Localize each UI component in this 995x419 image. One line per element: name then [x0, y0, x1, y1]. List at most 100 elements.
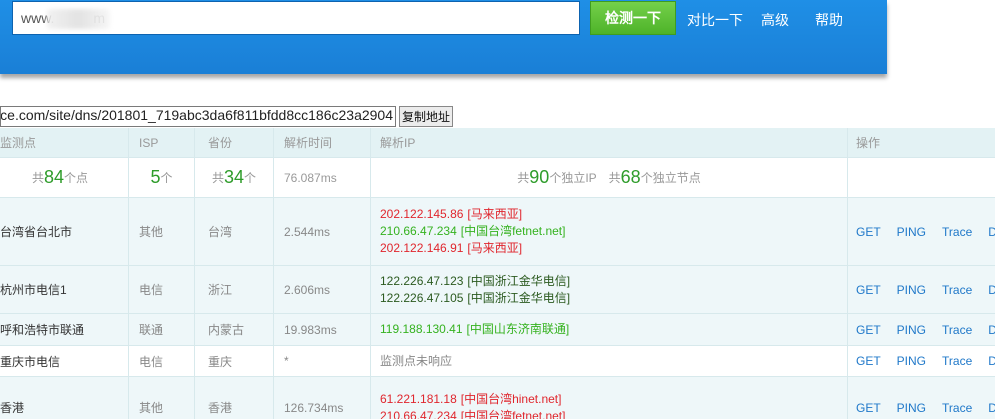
resolved-ip-line: 监测点未响应	[380, 353, 456, 370]
get-link[interactable]: GET	[856, 283, 881, 297]
dns-result-table: 监测点 ISP 省份 解析时间 解析IP 操作 共 84 个点 5个 共 34 个 76…	[0, 128, 995, 419]
row-actions: GET PING Trace Dig	[847, 377, 995, 419]
header-isp: ISP	[128, 128, 194, 157]
isp: 电信	[128, 346, 194, 376]
get-link[interactable]: GET	[856, 401, 881, 415]
summary-points: 共 84 个点	[0, 158, 128, 197]
isp: 其他	[128, 377, 194, 419]
summary-ip-prefix: 共	[517, 171, 530, 185]
resolve-time: 2.606ms	[273, 266, 370, 313]
trace-link[interactable]: Trace	[942, 354, 972, 368]
resolved-ip-address: 210.66.47.234	[380, 224, 457, 238]
monitor-point: 呼和浩特市联通	[0, 323, 85, 337]
row-actions: GET PING Trace Dig	[847, 314, 995, 345]
header-actions: 操作	[847, 128, 995, 157]
monitor-point: 重庆市电信	[0, 354, 61, 369]
copy-url-button[interactable]: 复制地址	[399, 106, 453, 127]
summary-points-suffix: 个点	[64, 171, 89, 185]
summary-node-count: 68	[620, 167, 641, 187]
result-url-text: ?ce.com/site/dns/201801_719abc3da6f811bf…	[0, 107, 393, 123]
header-resolve-ip: 解析IP	[370, 128, 847, 157]
trace-link[interactable]: Trace	[942, 283, 972, 297]
resolved-ip-line: 210.66.47.234 [中国台湾fetnet.net]	[380, 408, 565, 419]
ping-link[interactable]: PING	[897, 225, 926, 239]
resolved-ip-address: 119.188.130.41	[380, 322, 463, 336]
table-row: 重庆市电信 电信重庆* 监测点未响应 GET PING Trace Dig	[0, 346, 995, 377]
resolved-ip-location: [中国山东济南联通]	[466, 322, 570, 336]
ping-link[interactable]: PING	[897, 283, 926, 297]
dig-link[interactable]: Dig	[988, 225, 995, 239]
header-province: 省份	[194, 128, 273, 157]
province: 台湾	[194, 198, 273, 265]
table-row: 台湾省台北市 其他 台湾 2.544ms 202.122.145.86 [马来西亚] 210…	[0, 198, 995, 266]
resolved-ip-list: 202.122.145.86 [马来西亚] 210.66.47.234 [中国台湾fe…	[370, 198, 847, 265]
resolved-ip-address: 122.226.47.123	[380, 273, 464, 288]
nav-help-link[interactable]: 帮助	[815, 10, 843, 30]
monitor-point: 台湾省台北市	[0, 225, 73, 239]
resolved-ip-location: [中国台湾fetnet.net]	[460, 224, 566, 238]
summary-avg-time: 76.087ms	[273, 158, 370, 197]
summary-province-suffix: 个	[244, 171, 257, 185]
summary-province-prefix: 共	[211, 171, 224, 185]
resolved-ip-list: 119.188.130.41 [中国山东济南联通]	[370, 314, 847, 345]
summary-ip-count: 90	[529, 167, 550, 187]
isp: 其他	[128, 198, 194, 265]
table-header-row: 监测点 ISP 省份 解析时间 解析IP 操作	[0, 128, 995, 158]
resolve-time: *	[273, 346, 370, 376]
result-url-field[interactable]: ?ce.com/site/dns/201801_719abc3da6f811bf…	[0, 106, 396, 127]
dig-link[interactable]: Dig	[988, 283, 995, 297]
monitor-point: 香港	[0, 401, 25, 415]
monitor-point: 杭州市电信1	[0, 283, 67, 297]
resolved-ip-location: [中国台湾hinet.net]	[460, 391, 562, 406]
table-row: 杭州市电信1 电信 浙江 2.606ms 122.226.47.123 [中国浙江金华电信…	[0, 266, 995, 314]
resolved-ip-address: 202.122.146.91	[380, 241, 464, 255]
header-resolve-time: 解析时间	[273, 128, 370, 157]
summary-ips: 共 90 个独立IP 共 68 个独立节点	[370, 158, 847, 197]
resolved-ip-line: 210.66.47.234 [中国台湾fetnet.net]	[380, 223, 565, 240]
result-url-row: ?ce.com/site/dns/201801_719abc3da6f811bf…	[0, 105, 995, 127]
isp: 电信	[128, 266, 194, 313]
summary-ip-suffix: 个独立IP	[549, 171, 597, 185]
summary-province: 共 34 个	[194, 158, 273, 197]
resolved-ip-location: [中国台湾fetnet.net]	[460, 408, 566, 419]
dig-link[interactable]: Dig	[988, 323, 995, 337]
resolved-ip-location: [马来西亚]	[467, 207, 523, 221]
resolve-time: 2.544ms	[273, 198, 370, 265]
resolved-ip-line: 61.221.181.18 [中国台湾hinet.net]	[380, 391, 561, 408]
ping-link[interactable]: PING	[897, 323, 926, 337]
trace-link[interactable]: Trace	[942, 225, 972, 239]
get-link[interactable]: GET	[856, 354, 881, 368]
get-link[interactable]: GET	[856, 323, 881, 337]
ping-link[interactable]: PING	[897, 401, 926, 415]
get-link[interactable]: GET	[856, 225, 881, 239]
trace-link[interactable]: Trace	[942, 401, 972, 415]
table-row: 呼和浩特市联通 联通 内蒙古 19.983ms 119.188.130.41 [中国山东济…	[0, 314, 995, 346]
dig-link[interactable]: Dig	[988, 354, 995, 368]
resolved-ip-line: 122.226.47.105 [中国浙江金华电信]	[380, 290, 570, 307]
province: 香港	[194, 377, 273, 419]
redaction-blur	[47, 9, 110, 29]
row-actions: GET PING Trace Dig	[847, 198, 995, 265]
resolved-ip-location: [中国浙江金华电信]	[467, 290, 571, 305]
resolved-ip-address: 监测点未响应	[380, 353, 453, 368]
nav-compare-link[interactable]: 对比一下	[687, 10, 743, 30]
resolved-ip-list: 监测点未响应	[370, 346, 847, 376]
resolved-ip-line: 119.188.130.41 [中国山东济南联通]	[380, 321, 569, 338]
province: 内蒙古	[194, 314, 273, 345]
summary-points-count: 84	[44, 167, 65, 187]
resolved-ip-line: 202.122.145.86 [马来西亚]	[380, 206, 522, 223]
province: 重庆	[194, 346, 273, 376]
resolved-ip-list: 61.221.181.18 [中国台湾hinet.net] 210.66.47.23…	[370, 377, 847, 419]
resolved-ip-line: 202.122.146.91 [马来西亚]	[380, 240, 522, 257]
ping-link[interactable]: PING	[897, 354, 926, 368]
table-row: 香港 其他 香港 126.734ms 61.221.181.18 [中国台湾hinet.n…	[0, 377, 995, 419]
header-monitor-point: 监测点	[0, 136, 37, 150]
resolved-ip-location: [中国浙江金华电信]	[467, 273, 571, 288]
resolve-time: 19.983ms	[273, 314, 370, 345]
check-button[interactable]: 检测一下	[590, 1, 676, 35]
dig-link[interactable]: Dig	[988, 401, 995, 415]
resolve-time: 126.734ms	[273, 377, 370, 419]
trace-link[interactable]: Trace	[942, 323, 972, 337]
nav-advanced-link[interactable]: 高级	[761, 10, 789, 30]
summary-isp-count: 5	[150, 167, 161, 187]
